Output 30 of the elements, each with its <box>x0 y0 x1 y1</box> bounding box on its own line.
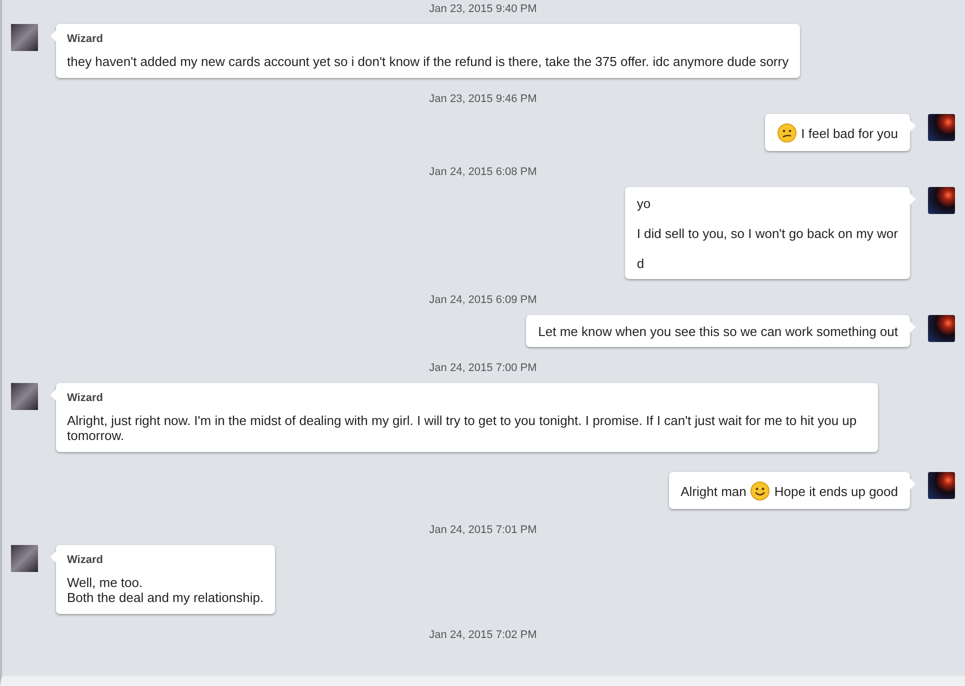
message-text: I feel bad for you <box>801 126 898 140</box>
message-text: Alright, just right now. I'm in the midst of dealing with my girl. I will try to get to you tonight. I promise. If I can't just wait for me to hit you up tomorrow. <box>67 413 858 443</box>
confused-face-icon <box>777 123 798 143</box>
sender-name: Wizard <box>67 391 104 406</box>
message-text: Alright man <box>680 484 746 498</box>
avatar <box>11 24 38 51</box>
timestamp: Jan 24, 2015 7:00 PM <box>428 361 538 375</box>
message-text: Both the deal and my relationship. <box>67 590 264 605</box>
message-text: Let me know when you see this so we can work something out <box>538 324 898 339</box>
avatar <box>11 383 38 410</box>
timestamp: Jan 24, 2015 6:08 PM <box>428 165 538 179</box>
message-text: yo <box>636 196 651 211</box>
avatar <box>928 315 955 342</box>
timestamp: Jan 24, 2015 6:09 PM <box>428 293 538 307</box>
sender-name: Wizard <box>67 32 104 47</box>
avatar <box>928 187 955 214</box>
message-text: Hope it ends up good <box>774 484 898 498</box>
timestamp: Jan 23, 2015 9:40 PM <box>428 2 538 16</box>
smiley-icon <box>750 481 770 501</box>
message-text: I did sell to you, so I won't go back on my wor <box>636 226 898 241</box>
message-text: Well, me too. <box>67 575 143 590</box>
avatar <box>11 545 38 572</box>
sender-name: Wizard <box>67 553 104 568</box>
timestamp: Jan 23, 2015 9:46 PM <box>428 92 538 106</box>
avatar <box>928 472 955 499</box>
avatar <box>928 114 955 141</box>
timestamp: Jan 24, 2015 7:01 PM <box>428 523 538 537</box>
message-text: d <box>636 256 644 271</box>
timestamp: Jan 24, 2015 7:02 PM <box>428 628 538 642</box>
message-text: they haven't added my new cards account yet so i don't know if the refund is there, take the 375 offer. idc anymore dude sorry <box>67 54 789 69</box>
